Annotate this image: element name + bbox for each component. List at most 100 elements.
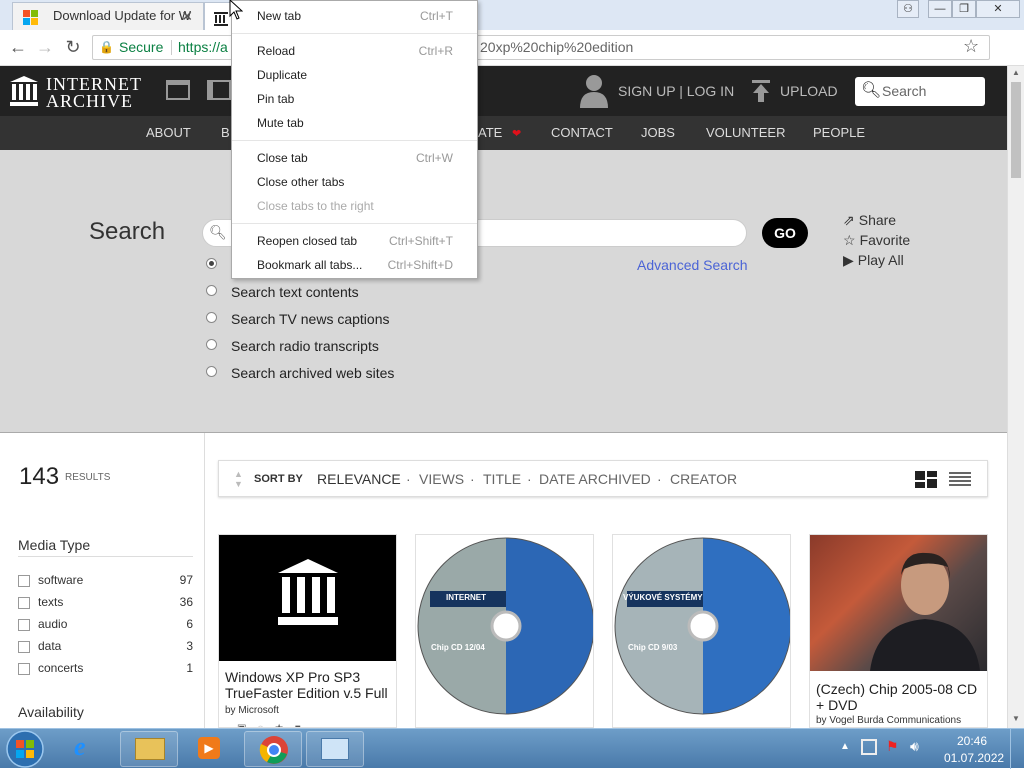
sort-creator[interactable]: CREATOR [670, 461, 737, 498]
item-tile[interactable]: INTERNET Chip CD 12/04 [415, 534, 594, 728]
facet-label: software [38, 573, 84, 587]
signup-login-link[interactable]: SIGN UP | LOG IN [618, 83, 734, 99]
minimize-button[interactable]: — [928, 0, 952, 18]
facet-audio[interactable]: audio 6 [18, 616, 193, 636]
menu-new-tab[interactable]: New tab Ctrl+T [232, 4, 477, 28]
close-icon[interactable]: ✕ [181, 3, 193, 29]
web-icon[interactable] [166, 80, 190, 100]
search-radio-label: Search radio transcripts [231, 338, 379, 354]
scroll-up-icon[interactable]: ▲ [1012, 68, 1020, 77]
menu-pin-tab[interactable]: Pin tab [232, 87, 477, 111]
facet-checkbox[interactable] [18, 575, 30, 587]
item-tile[interactable]: (Czech) Chip 2005-08 CD + DVD by Vogel B… [809, 534, 988, 728]
scroll-thumb[interactable] [1011, 82, 1021, 178]
taskbar-media-player[interactable]: ▶ [180, 731, 238, 767]
menu-label: Close tab [257, 151, 308, 165]
sort-views[interactable]: VIEWS [419, 461, 464, 498]
upload-link[interactable]: UPLOAD [780, 83, 838, 99]
advanced-search-link[interactable]: Advanced Search [637, 257, 748, 273]
search-text-radio[interactable] [206, 285, 217, 296]
menu-close-other-tabs[interactable]: Close other tabs [232, 170, 477, 194]
show-desktop-button[interactable] [1010, 729, 1024, 769]
nav-contact[interactable]: CONTACT [551, 116, 613, 150]
page-scrollbar[interactable]: ▲ ▼ [1007, 66, 1024, 728]
clock-date[interactable]: 01.07.2022 [944, 751, 1004, 765]
tab-download-update[interactable]: Download Update for W ✕ [12, 2, 204, 30]
secure-label: Secure [119, 39, 164, 55]
nav-volunteer[interactable]: VOLUNTEER [706, 116, 785, 150]
scroll-down-icon[interactable]: ▼ [1012, 714, 1020, 723]
facet-texts[interactable]: texts 36 [18, 594, 193, 614]
facet-count: 1 [186, 661, 193, 675]
favorite-action[interactable]: ☆ Favorite [843, 232, 910, 249]
tray-up-arrow-icon[interactable]: ▲ [840, 741, 850, 752]
address-bar[interactable]: 🔒 Secure https://a 20xp%20chip%20edition… [92, 35, 990, 60]
mouse-cursor-icon [229, 0, 243, 20]
tray-flag-icon[interactable]: ⚑ [886, 738, 899, 755]
item-tile[interactable]: Windows XP Pro SP3 TrueFaster Edition v.… [218, 534, 397, 728]
facet-software[interactable]: software 97 [18, 572, 193, 592]
facet-label: audio [38, 617, 68, 631]
menu-reload[interactable]: Reload Ctrl+R [232, 39, 477, 63]
taskbar-chrome[interactable] [244, 731, 302, 767]
item-thumbnail: VÝUKOVÉ SYSTÉMY Chip CD 9/03 [613, 535, 790, 727]
play-all-action[interactable]: ▶ Play All [843, 252, 904, 269]
sort-relevance[interactable]: RELEVANCE [317, 461, 401, 498]
upload-icon[interactable] [752, 80, 770, 102]
disc-band-label: VÝUKOVÉ SYSTÉMY [623, 593, 703, 602]
menu-bookmark-all-tabs[interactable]: Bookmark all tabs... Ctrl+Shift+D [232, 253, 477, 277]
nav-donate[interactable]: ATE ❤ [478, 116, 521, 151]
search-radio-radio[interactable] [206, 339, 217, 350]
reload-icon[interactable]: ↻ [63, 37, 83, 58]
share-action[interactable]: ⇗ Share [843, 212, 896, 229]
menu-reopen-closed-tab[interactable]: Reopen closed tab Ctrl+Shift+T [232, 229, 477, 253]
profile-button[interactable]: ⚇ [897, 0, 919, 18]
facet-concerts[interactable]: concerts 1 [18, 660, 193, 680]
sort-title[interactable]: TITLE [483, 461, 521, 498]
sort-arrows-icon: ▲ ▼ [234, 469, 243, 489]
search-metadata-radio[interactable] [206, 258, 217, 269]
item-thumbnail [219, 535, 396, 661]
search-web-label: Search archived web sites [231, 365, 395, 381]
bookmark-star-icon[interactable]: ☆ [963, 35, 979, 58]
close-window-button[interactable]: ✕ [976, 0, 1020, 18]
search-web-radio[interactable] [206, 366, 217, 377]
facet-checkbox[interactable] [18, 641, 30, 653]
availability-title: Availability [18, 704, 84, 720]
menu-mute-tab[interactable]: Mute tab [232, 111, 477, 135]
taskbar-explorer[interactable] [120, 731, 178, 767]
tray-network-icon[interactable] [861, 739, 877, 755]
forward-arrow-icon[interactable]: → [35, 37, 55, 58]
go-button[interactable]: GO [762, 218, 808, 248]
ia-logo[interactable]: INTERNET ARCHIVE [10, 74, 145, 111]
taskbar-ie[interactable]: e [60, 731, 118, 767]
nav-about[interactable]: ABOUT [146, 116, 191, 150]
item-title[interactable]: Windows XP Pro SP3 TrueFaster Edition v.… [225, 669, 395, 701]
tray-volume-icon[interactable]: 🔊︎ [910, 738, 919, 755]
tile-view-icon[interactable] [915, 471, 937, 488]
tab-title: Download Update for W [53, 8, 192, 23]
restore-button[interactable]: ❐ [952, 0, 976, 18]
facet-checkbox[interactable] [18, 619, 30, 631]
facet-data[interactable]: data 3 [18, 638, 193, 658]
start-button[interactable] [3, 729, 47, 769]
user-avatar-icon[interactable] [580, 74, 608, 108]
clock-time[interactable]: 20:46 [957, 734, 987, 748]
nav-blog[interactable]: B [221, 116, 230, 150]
nav-people[interactable]: PEOPLE [813, 116, 865, 150]
header-search-box[interactable]: 🔍︎ Search [855, 77, 985, 106]
item-tile[interactable]: VÝUKOVÉ SYSTÉMY Chip CD 9/03 [612, 534, 791, 728]
facet-checkbox[interactable] [18, 597, 30, 609]
search-tv-radio[interactable] [206, 312, 217, 323]
menu-close-tab[interactable]: Close tab Ctrl+W [232, 146, 477, 170]
texts-icon[interactable] [207, 80, 231, 100]
nav-jobs[interactable]: JOBS [641, 116, 675, 150]
item-thumbnail: INTERNET Chip CD 12/04 [416, 535, 593, 727]
sort-date-archived[interactable]: DATE ARCHIVED [539, 461, 651, 498]
facet-checkbox[interactable] [18, 663, 30, 675]
back-arrow-icon[interactable]: ← [8, 37, 28, 58]
item-title[interactable]: (Czech) Chip 2005-08 CD + DVD [816, 681, 986, 713]
menu-duplicate[interactable]: Duplicate [232, 63, 477, 87]
taskbar-control-panel[interactable] [306, 731, 364, 767]
list-view-icon[interactable] [949, 471, 971, 488]
